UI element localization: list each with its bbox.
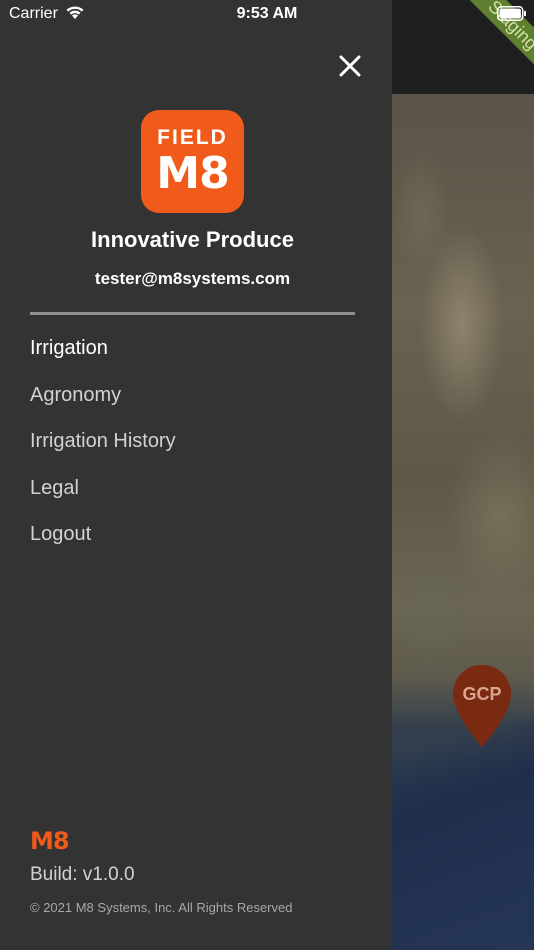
menu-item-irrigation[interactable]: Irrigation (30, 334, 360, 381)
copyright-notice: © 2021 M8 Systems, Inc. All Rights Reser… (30, 900, 293, 915)
logo-line-1: FIELD (157, 126, 228, 149)
app-screen: Staging GCP FIELD M8 Innovative Produce … (0, 0, 534, 950)
menu-item-legal[interactable]: Legal (30, 474, 360, 521)
company-name: Innovative Produce (91, 227, 294, 252)
status-bar: Carrier 9:53 AM (0, 0, 534, 30)
divider (30, 312, 355, 315)
clock: 9:53 AM (236, 5, 298, 22)
battery-icon (497, 6, 526, 21)
user-email: tester@m8systems.com (94, 269, 291, 288)
navigation-drawer: FIELD M8 Innovative Produce tester@m8sys… (0, 0, 392, 950)
build-version: Build: v1.0.0 (30, 864, 135, 885)
menu-item-agronomy[interactable]: Agronomy (30, 381, 360, 428)
close-icon (339, 55, 361, 77)
map-view[interactable] (392, 0, 534, 950)
m8-brand-mark: M8 (30, 827, 70, 855)
field-m8-logo: FIELD M8 (141, 110, 244, 213)
menu-item-irrigation-history[interactable]: Irrigation History (30, 427, 360, 474)
logo-line-2: M8 (156, 148, 229, 199)
map-ocean (392, 600, 534, 950)
menu-item-logout[interactable]: Logout (30, 520, 360, 567)
gcp-marker-label: GCP (462, 684, 502, 704)
close-button[interactable] (334, 50, 366, 82)
gcp-marker-icon[interactable] (452, 663, 512, 749)
drawer-menu: Irrigation Agronomy Irrigation History L… (30, 334, 360, 567)
